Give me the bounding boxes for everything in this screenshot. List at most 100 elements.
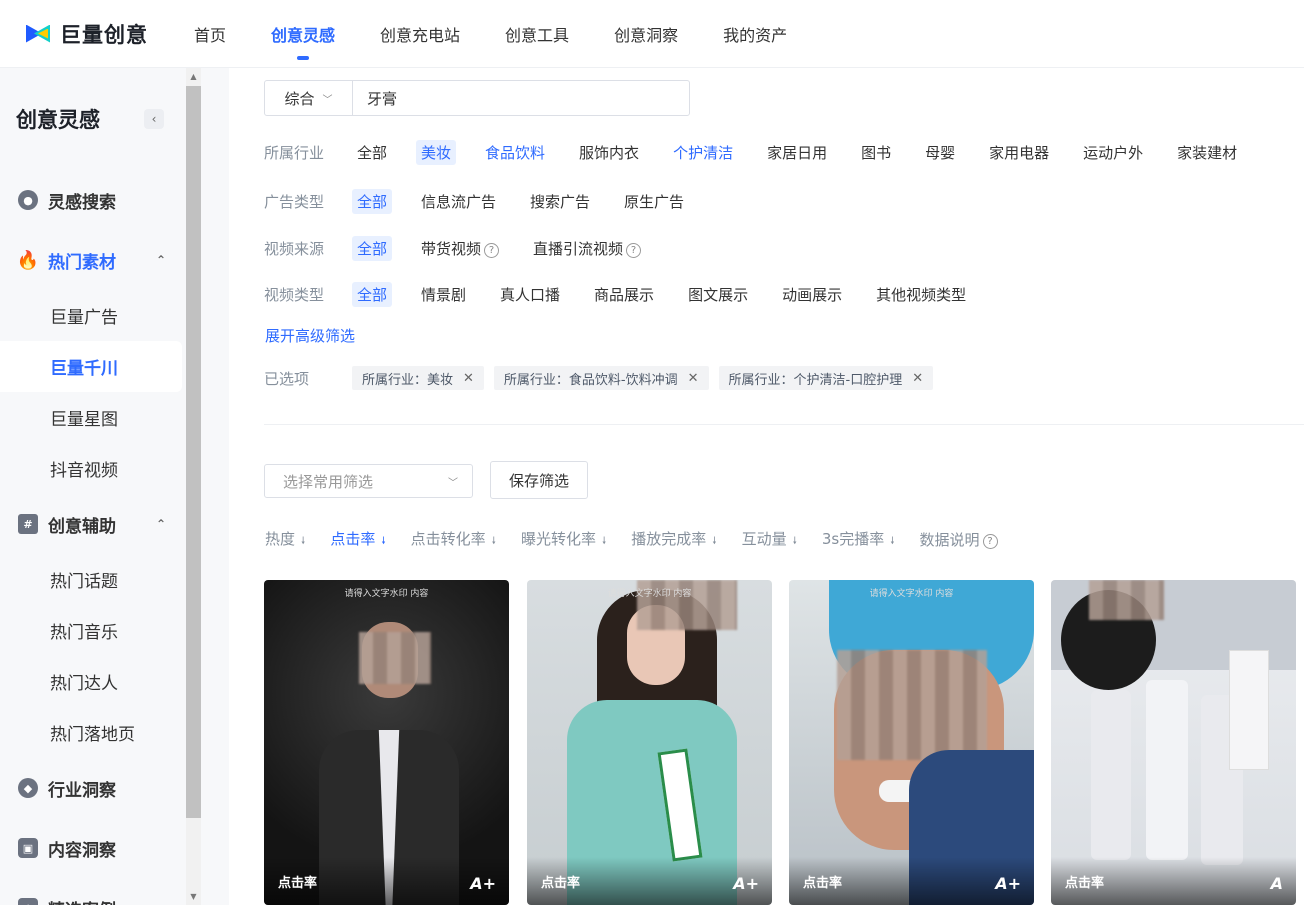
- filter-option[interactable]: 商品展示: [589, 282, 659, 307]
- filter-option[interactable]: 家用电器: [984, 140, 1054, 165]
- selected-tag: 所属行业：食品饮料-饮料冲调 ✕: [493, 366, 709, 390]
- nav-creative-tools[interactable]: 创意工具: [505, 22, 569, 46]
- filter-option[interactable]: 真人口播: [495, 282, 565, 307]
- star-icon: ★: [18, 898, 38, 905]
- preset-filter-select[interactable]: 选择常用筛选 ﹀: [264, 464, 473, 498]
- filter-option[interactable]: 情景剧: [416, 282, 471, 307]
- sort-exposure-conversion[interactable]: 曝光转化率 🠗: [521, 528, 606, 551]
- chevron-up-icon: ⌃: [155, 517, 166, 531]
- sort-click-conversion[interactable]: 点击转化率 🠗: [411, 528, 496, 551]
- filter-option[interactable]: 动画展示: [777, 282, 847, 307]
- compass-icon: ◆: [18, 778, 38, 798]
- grade-badge: A+: [733, 874, 759, 893]
- nav-creative-insight[interactable]: 创意洞察: [614, 22, 678, 46]
- sidebar-item-qianchuan[interactable]: 巨量千川: [0, 341, 182, 392]
- filter-label: 广告类型: [264, 193, 325, 211]
- sort-ctr[interactable]: 点击率 🠗: [330, 528, 385, 551]
- sidebar-scrollbar-thumb[interactable]: [186, 86, 201, 818]
- arrow-down-icon: 🠗: [601, 536, 607, 547]
- filter-option[interactable]: 其他视频类型: [871, 282, 971, 307]
- sidebar-item-hot-landing[interactable]: 热门落地页: [0, 707, 186, 758]
- scroll-down-icon[interactable]: ▼: [186, 890, 201, 904]
- selected-filters-row: 已选项 所属行业：美妆 ✕ 所属行业：食品饮料-饮料冲调 ✕ 所属行业：个护清洁-口…: [264, 366, 943, 390]
- expand-advanced-filters-link[interactable]: 展开高级筛选: [265, 325, 355, 346]
- filter-option[interactable]: 全部: [352, 189, 393, 214]
- filter-option[interactable]: 家装建材: [1172, 140, 1242, 165]
- sidebar-group-content-insight[interactable]: ▣ 内容洞察: [0, 818, 186, 878]
- data-explanation[interactable]: 数据说明?: [920, 529, 998, 550]
- top-header: 巨量创意 首页 创意灵感 创意充电站 创意工具 创意洞察 我的资产: [0, 0, 1304, 68]
- chevron-up-icon: ⌃: [155, 253, 166, 267]
- sort-3s-completion[interactable]: 3s完播率 🠗: [822, 528, 895, 551]
- filter-option[interactable]: 全部: [352, 282, 393, 307]
- filter-option[interactable]: 家居日用: [762, 140, 832, 165]
- sidebar-group-search[interactable]: ● 灵感搜索: [0, 170, 186, 230]
- chevron-down-icon: ﹀: [448, 477, 458, 489]
- filter-option[interactable]: 母婴: [920, 140, 960, 165]
- filter-option[interactable]: 运动户外: [1078, 140, 1148, 165]
- filter-option[interactable]: 食品饮料: [480, 140, 550, 165]
- sidebar-item-hot-topics[interactable]: 热门话题: [0, 554, 186, 605]
- logo-text: 巨量创意: [60, 22, 148, 47]
- sort-bar: 热度 🠗 点击率 🠗 点击转化率 🠗 曝光转化率 🠗 播放完成率 🠗 互动量 🠗 3s完播率…: [265, 528, 1023, 551]
- collapse-sidebar-button[interactable]: ‹: [144, 109, 164, 129]
- filter-option[interactable]: 原生广告: [619, 189, 689, 214]
- filter-option[interactable]: 信息流广告: [416, 189, 501, 214]
- close-icon[interactable]: ✕: [688, 371, 699, 386]
- sidebar-item-douyin-video[interactable]: 抖音视频: [0, 443, 186, 494]
- filter-option[interactable]: 带货视频?: [416, 236, 504, 261]
- sidebar-item-xingtu[interactable]: 巨量星图: [0, 392, 186, 443]
- sort-heat[interactable]: 热度 🠗: [265, 528, 305, 551]
- sidebar-item-ocean-ads[interactable]: 巨量广告: [0, 290, 186, 341]
- filter-row-video-type: 视频类型 全部 情景剧 真人口播 商品展示 图文展示 动画展示 其他视频类型: [264, 282, 995, 307]
- nav-my-assets[interactable]: 我的资产: [723, 22, 787, 46]
- scroll-up-icon[interactable]: ▲: [186, 70, 201, 84]
- filter-label: 所属行业: [264, 144, 325, 162]
- filter-label: 视频类型: [264, 286, 325, 304]
- search-input[interactable]: [353, 81, 689, 115]
- content-icon: ▣: [18, 838, 38, 858]
- filter-option[interactable]: 服饰内衣: [574, 140, 644, 165]
- filter-option[interactable]: 直播引流视频?: [528, 236, 646, 261]
- help-icon[interactable]: ?: [484, 243, 500, 258]
- sidebar-group-industry-insight[interactable]: ◆ 行业洞察: [0, 758, 186, 818]
- close-icon[interactable]: ✕: [912, 371, 923, 386]
- sort-completion[interactable]: 播放完成率 🠗: [631, 528, 716, 551]
- search-type-select[interactable]: 综合 ﹀: [265, 81, 353, 115]
- sidebar-group-creative-assist[interactable]: # 创意辅助 ⌃: [0, 494, 186, 554]
- main-content: 综合 ﹀ 所属行业 全部 美妆 食品饮料 服饰内衣 个护清洁 家居日用 图书 母…: [229, 68, 1304, 905]
- video-card[interactable]: 请得入文字水印 内容 点击率 A+: [264, 580, 509, 905]
- video-caption: 请得入文字水印 内容: [869, 589, 954, 599]
- arrow-down-icon: 🠗: [792, 536, 797, 547]
- nav-home[interactable]: 首页: [194, 22, 226, 46]
- metric-label: 点击率: [278, 876, 318, 891]
- close-icon[interactable]: ✕: [463, 371, 474, 386]
- sort-interaction[interactable]: 互动量 🠗: [742, 528, 797, 551]
- help-icon: ?: [982, 534, 998, 549]
- sidebar-group-hot-material[interactable]: 🔥 热门素材 ⌃: [0, 230, 186, 290]
- filter-option[interactable]: 图文展示: [683, 282, 753, 307]
- sidebar: 创意灵感 ‹ ● 灵感搜索 🔥 热门素材 ⌃ 巨量广告 巨量千川 巨量星图 抖音…: [0, 68, 186, 905]
- metric-label: 点击率: [803, 876, 843, 891]
- video-card[interactable]: 请得入文字水印 内容 点击率 A+: [527, 580, 772, 905]
- sidebar-item-hot-music[interactable]: 热门音乐: [0, 605, 186, 656]
- filter-option[interactable]: 美妆: [416, 140, 457, 165]
- logo[interactable]: 巨量创意: [16, 19, 166, 49]
- video-card[interactable]: 请得入文字水印 内容 点击率 A+: [789, 580, 1034, 905]
- sidebar-item-hot-creators[interactable]: 热门达人: [0, 656, 186, 707]
- arrow-down-icon: 🠗: [491, 536, 496, 547]
- filter-option[interactable]: 个护清洁: [668, 140, 738, 165]
- nav-creative-inspiration[interactable]: 创意灵感: [271, 22, 335, 60]
- help-icon[interactable]: ?: [626, 243, 642, 258]
- sidebar-group-featured-cases[interactable]: ★ 精选案例: [0, 878, 186, 905]
- filter-row-industry: 所属行业 全部 美妆 食品饮料 服饰内衣 个护清洁 家居日用 图书 母婴 家用电…: [264, 140, 1242, 165]
- arrow-down-icon: 🠗: [381, 536, 386, 547]
- video-card[interactable]: 点击率 A: [1051, 580, 1296, 905]
- save-filter-button[interactable]: 保存筛选: [490, 461, 588, 499]
- arrow-down-icon: 🠗: [712, 536, 717, 547]
- filter-option[interactable]: 图书: [856, 140, 896, 165]
- filter-option[interactable]: 全部: [352, 236, 393, 261]
- filter-option[interactable]: 搜索广告: [525, 189, 595, 214]
- nav-creative-station[interactable]: 创意充电站: [380, 22, 460, 46]
- filter-option[interactable]: 全部: [352, 140, 392, 165]
